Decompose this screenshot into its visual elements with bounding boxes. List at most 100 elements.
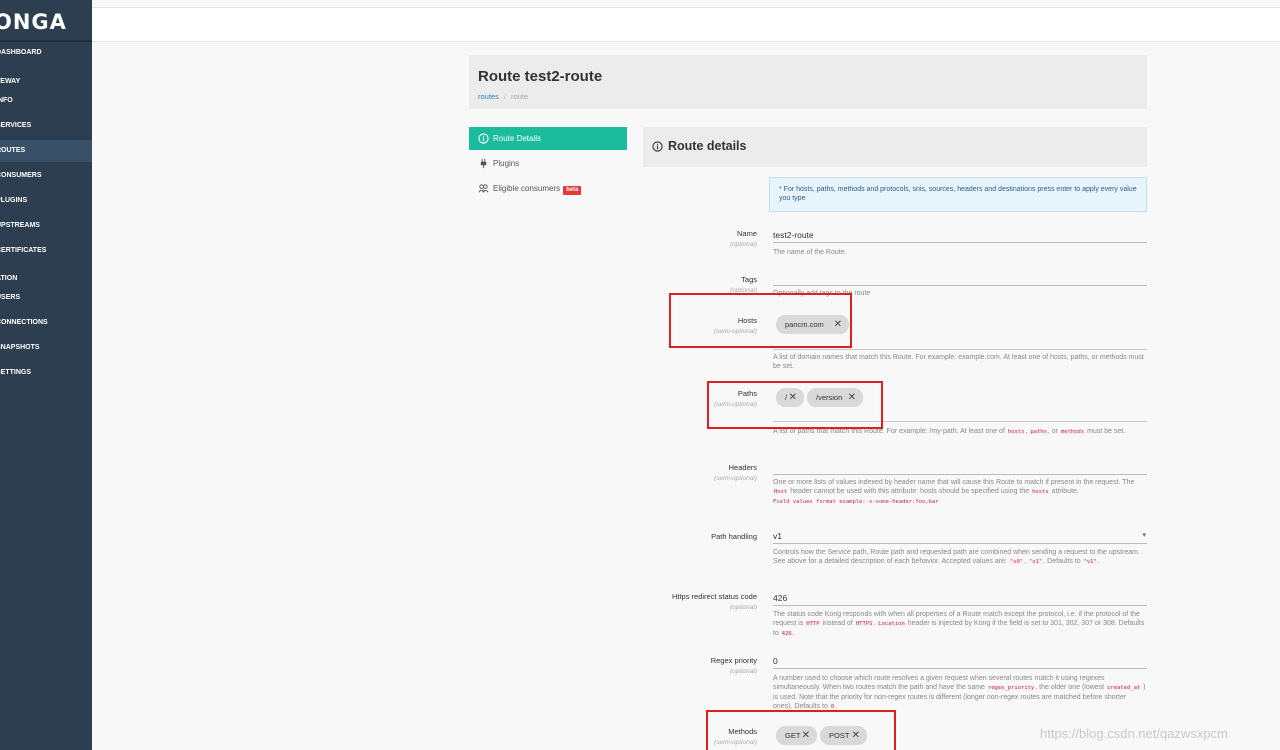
hosts-chip-row: pancm.com ✕	[776, 315, 1156, 334]
tab-label: Route Details	[493, 134, 542, 143]
tags-label: Tags	[741, 275, 757, 284]
name-optional-hint: (optional)	[729, 241, 757, 248]
methods-label: Methods	[728, 727, 757, 736]
tab-label: Plugins	[493, 159, 520, 168]
regex-help-text: , the older one (lowest	[1035, 684, 1105, 691]
paths-help-end: must be set.	[1087, 428, 1126, 435]
paths-tag-input[interactable]: / ✕ /version ✕	[773, 388, 1147, 422]
methods-optional-hint: (semi-optional)	[714, 739, 757, 746]
headers-help: One or more lists of values indexed by h…	[773, 478, 1147, 507]
https-redirect-input[interactable]: 426	[773, 592, 1147, 606]
hosts-label: Hosts	[737, 316, 757, 325]
tags-help: Optionally add tags to the route	[773, 290, 871, 297]
name-label: Name	[736, 229, 757, 238]
regex-priority-input[interactable]: 0	[773, 655, 1147, 669]
sidebar: ONGA DASHBOARD TEWAY INFO SERVICES ROUTE…	[0, 0, 92, 750]
chip-label: POST	[829, 731, 850, 740]
remove-chip-icon[interactable]: ✕	[802, 726, 810, 745]
paths-label: Paths	[737, 389, 757, 398]
sidebar-item-routes[interactable]: ROUTES	[0, 140, 92, 162]
remove-chip-icon[interactable]: ✕	[848, 388, 856, 407]
headers-help-text: header cannot be used with this attribut…	[790, 488, 1030, 495]
chip-label: GET	[785, 731, 801, 740]
code-v1: "v1"	[1028, 559, 1044, 565]
path-handling-help: Controls how the Service path, Route pat…	[773, 548, 1147, 567]
remove-chip-icon[interactable]: ✕	[852, 726, 860, 745]
code-paths: paths	[1029, 429, 1048, 435]
code-host: Host	[773, 489, 789, 495]
headers-label: Headers	[728, 463, 757, 472]
sidebar-item-plugins[interactable]: PLUGINS	[0, 190, 92, 212]
tab-plugins[interactable]: Plugins	[469, 152, 627, 175]
breadcrumb-current: route	[510, 92, 529, 101]
code-426: 426	[780, 631, 793, 637]
regex-priority-help: A number used to choose which route reso…	[773, 674, 1147, 712]
headers-optional-hint: (semi-optional)	[714, 475, 757, 482]
method-chip[interactable]: POST ✕	[820, 726, 867, 745]
headers-help-text: attribute.	[1051, 488, 1079, 495]
path-chip[interactable]: /version ✕	[807, 388, 863, 407]
https-help-text: instead of	[822, 620, 853, 627]
method-chip[interactable]: GET ✕	[776, 726, 817, 745]
info-notice: * For hosts, paths, methods and protocol…	[769, 177, 1147, 212]
sidebar-item-consumers[interactable]: CONSUMERS	[0, 165, 92, 187]
paths-optional-hint: (semi-optional)	[714, 401, 757, 408]
breadcrumb-routes-link[interactable]: routes	[478, 92, 499, 101]
path-handling-select[interactable]: v1 ▾	[773, 530, 1147, 544]
sidebar-item-users[interactable]: USERS	[0, 287, 92, 309]
app-logo[interactable]: ONGA	[0, 10, 67, 40]
tab-eligible-consumers[interactable]: Eligible consumers beta	[469, 177, 627, 200]
sidebar-item-dashboard[interactable]: DASHBOARD	[0, 42, 92, 64]
sidebar-item-upstreams[interactable]: UPSTREAMS	[0, 215, 92, 237]
tags-optional-hint: (optional)	[729, 287, 757, 294]
tab-route-details[interactable]: Route Details	[469, 127, 627, 150]
paths-help-sep: , or	[1047, 428, 1059, 435]
breadcrumb: routes / route	[478, 92, 528, 101]
top-bar	[92, 7, 1280, 42]
name-input[interactable]: test2-route	[773, 229, 1147, 243]
page-title: Route test2-route	[478, 68, 603, 85]
path-chip[interactable]: / ✕	[776, 388, 804, 407]
sidebar-item-services[interactable]: SERVICES	[0, 115, 92, 137]
details-title: Route details	[668, 139, 747, 153]
code-hosts: hosts	[1006, 429, 1026, 435]
chip-label: /version	[816, 393, 843, 402]
sidebar-item-info[interactable]: INFO	[0, 90, 92, 112]
https-help-end: .	[792, 630, 795, 637]
details-header: Route details	[643, 127, 1147, 167]
code-methods: methods	[1059, 429, 1086, 435]
https-redirect-label: Https redirect status code	[671, 592, 757, 601]
https-redirect-help: The status code Kong responds with when …	[773, 610, 1147, 639]
paths-chip-row: / ✕ /version ✕	[776, 388, 1156, 407]
page-header: Route test2-route routes / route	[469, 55, 1147, 109]
paths-help: A list of paths that match this Route. F…	[773, 427, 1147, 437]
sidebar-item-snapshots[interactable]: SNAPSHOTS	[0, 337, 92, 359]
code-location: Location	[877, 621, 906, 627]
remove-chip-icon[interactable]: ✕	[834, 315, 842, 334]
hosts-optional-hint: (semi-optional)	[714, 328, 757, 335]
info-icon	[478, 133, 489, 144]
tab-label: Eligible consumers	[493, 184, 561, 193]
code-hosts: hosts	[1031, 489, 1050, 495]
host-chip[interactable]: pancm.com ✕	[776, 315, 849, 334]
headers-input[interactable]	[773, 461, 1147, 475]
chevron-down-icon[interactable]: ▾	[1142, 530, 1146, 542]
code-http: HTTP	[805, 621, 821, 627]
name-help: The name of the Route.	[773, 249, 847, 256]
beta-badge: beta	[563, 186, 582, 195]
tags-input[interactable]	[773, 272, 1147, 286]
sidebar-item-connections[interactable]: CONNECTIONS	[0, 312, 92, 334]
headers-help-text: One or more lists of values indexed by h…	[773, 479, 1135, 486]
hosts-help: A list of domain names that match this R…	[773, 354, 1144, 370]
remove-chip-icon[interactable]: ✕	[789, 388, 797, 407]
sidebar-item-certificates[interactable]: CERTIFICATES	[0, 240, 92, 262]
plug-icon	[480, 158, 487, 169]
code-regex-priority: regex_priority	[986, 685, 1036, 691]
chip-label: pancm.com	[785, 320, 824, 329]
hosts-tag-input[interactable]: pancm.com ✕	[773, 315, 1147, 350]
sidebar-item-settings[interactable]: SETTINGS	[0, 362, 92, 384]
path-handling-value: v1	[773, 531, 782, 541]
breadcrumb-separator: /	[503, 92, 506, 101]
code-v0: "v0"	[1008, 559, 1025, 565]
path-handling-end: .	[1097, 558, 1100, 565]
